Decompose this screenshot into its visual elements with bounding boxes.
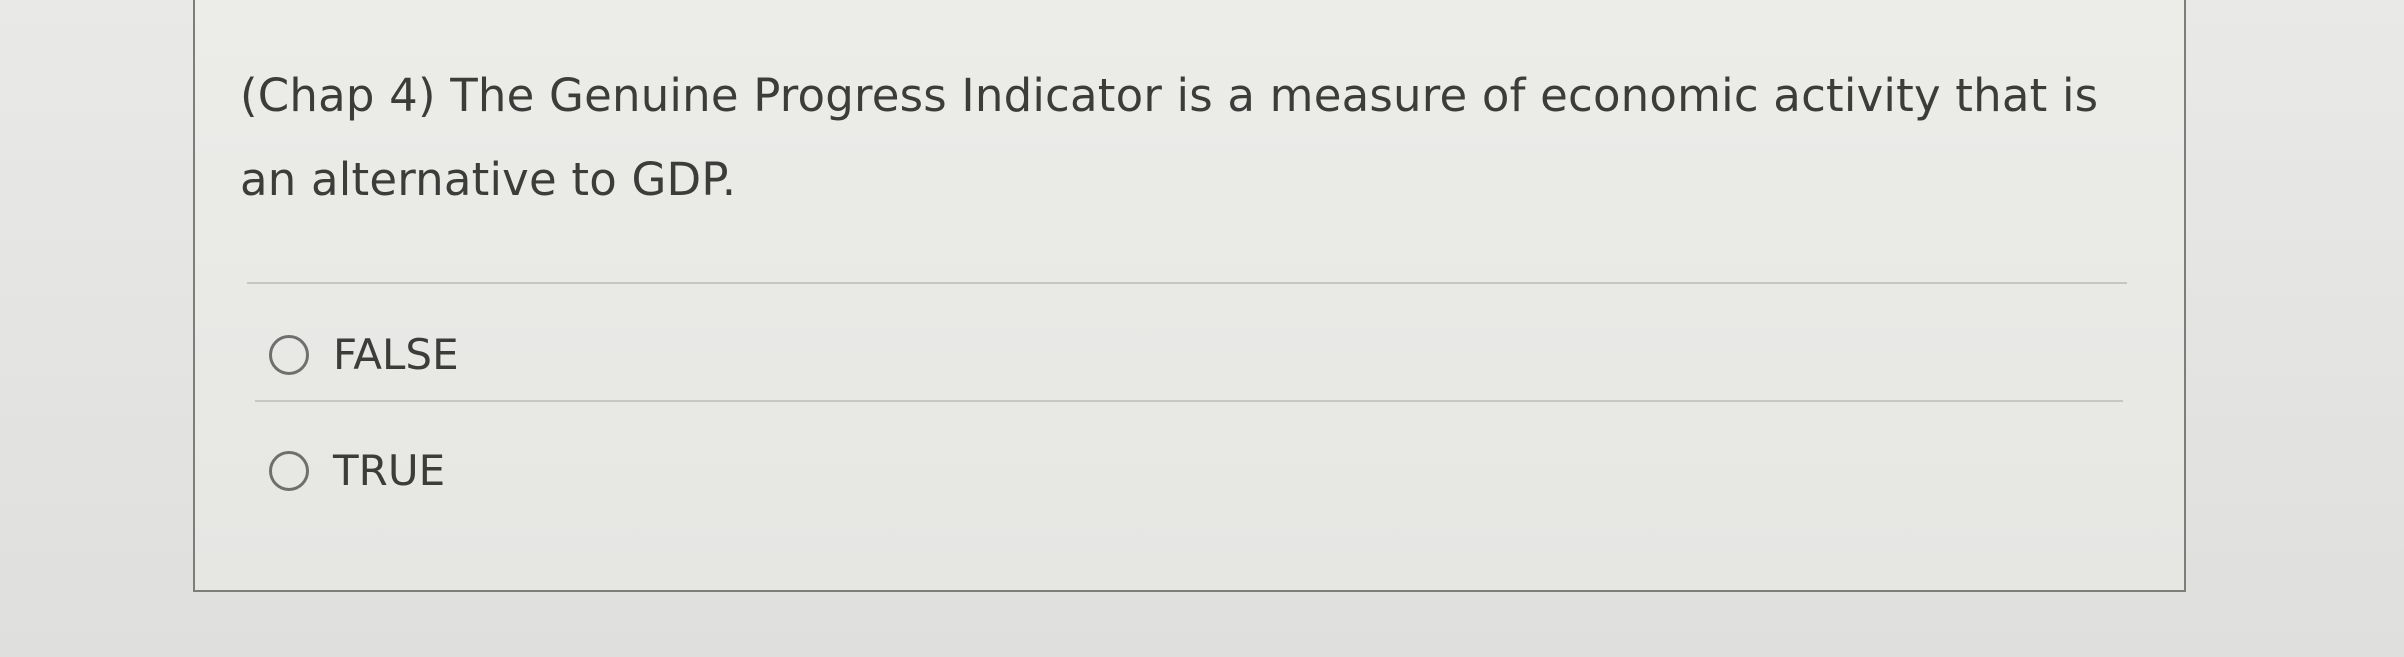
divider xyxy=(247,282,2127,284)
answer-option-true[interactable]: TRUE xyxy=(269,446,445,496)
answer-option-label: TRUE xyxy=(333,446,446,495)
quiz-page: (Chap 4) The Genuine Progress Indicator … xyxy=(0,0,2404,657)
answer-option-false[interactable]: FALSE xyxy=(269,330,459,380)
radio-button-icon[interactable] xyxy=(269,451,309,491)
radio-button-icon[interactable] xyxy=(269,335,309,375)
divider xyxy=(255,400,2123,402)
question-text: (Chap 4) The Genuine Progress Indicator … xyxy=(240,69,2099,206)
answer-option-label: FALSE xyxy=(333,330,459,379)
question-card: (Chap 4) The Genuine Progress Indicator … xyxy=(193,0,2186,592)
